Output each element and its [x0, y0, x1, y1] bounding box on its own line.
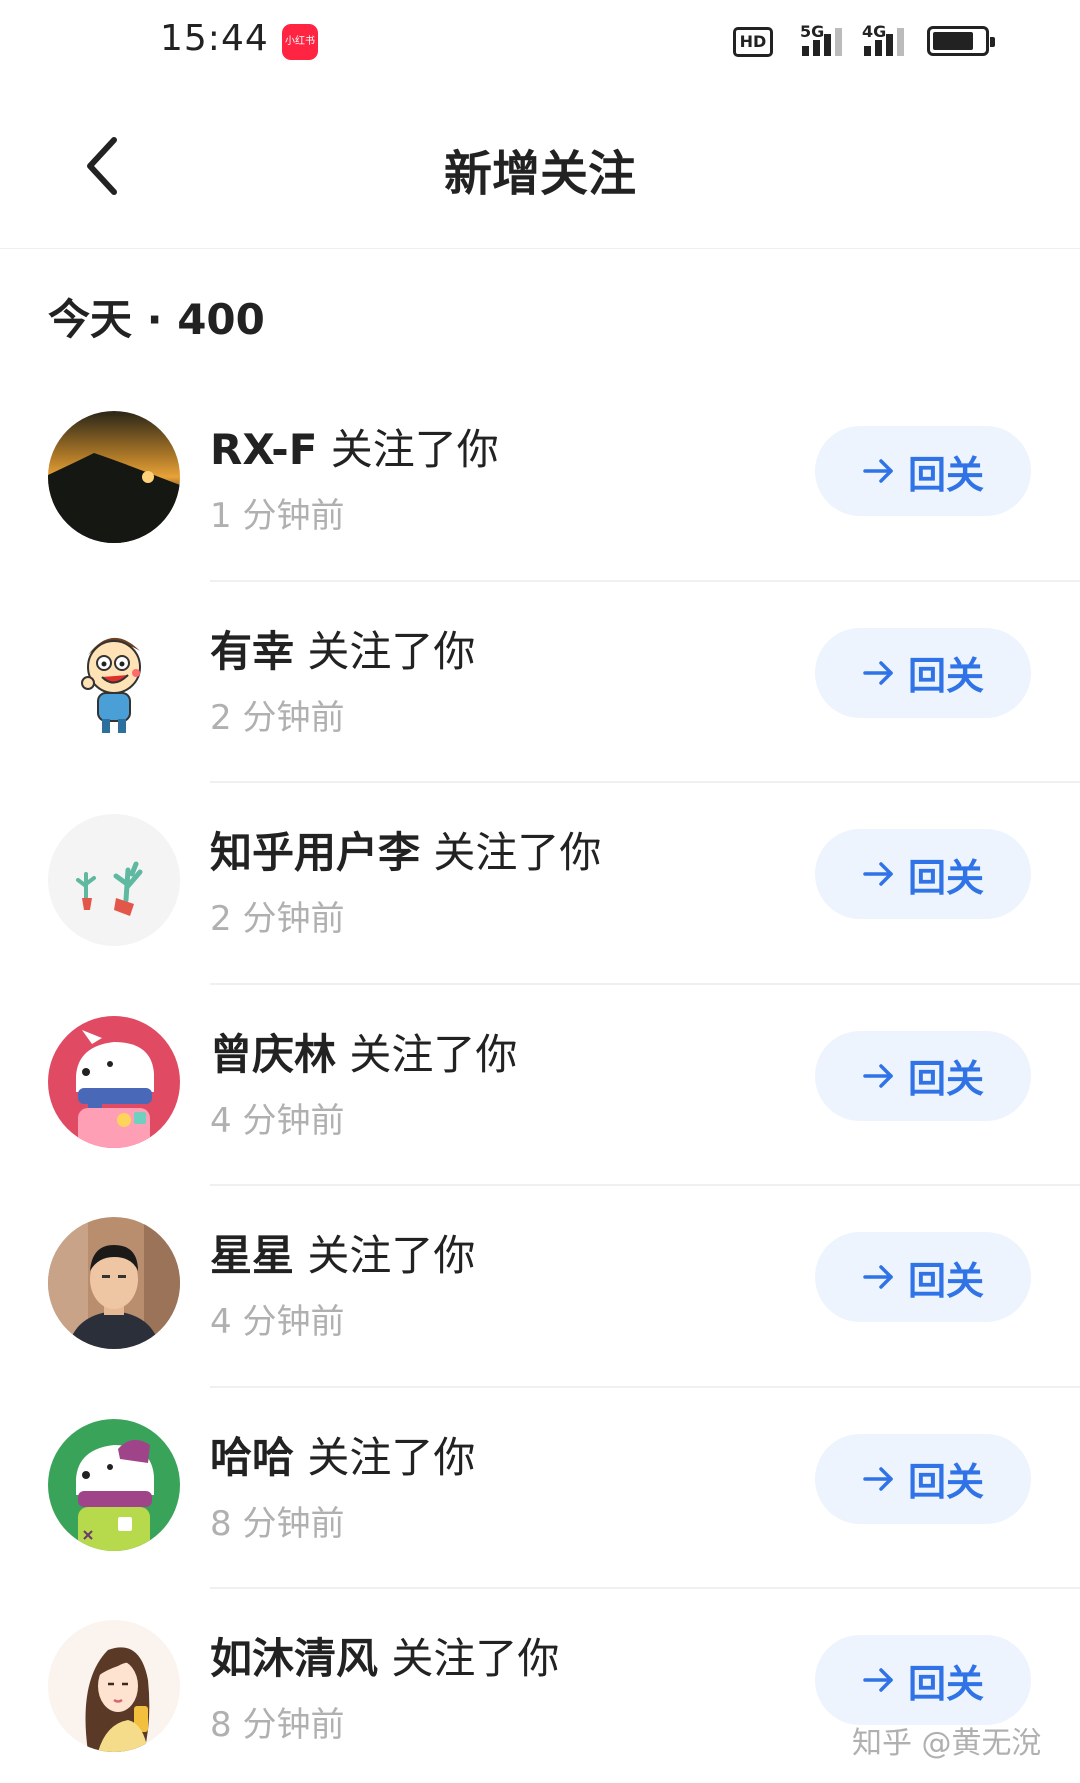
follow-action-text: 关注了你: [433, 828, 602, 877]
follow-back-label: 回关: [907, 654, 984, 698]
watermark-text: 知乎 @黄无涗: [852, 1726, 1042, 1761]
follower-list: RX-F 关注了你 1 分钟前 回关 有幸 关注了你 2 分钟前 回关 知乎用户…: [0, 380, 1080, 1783]
follow-time: 2 分钟前: [210, 899, 345, 939]
arrow-right-icon: [863, 1063, 893, 1088]
avatar[interactable]: [48, 411, 180, 543]
follow-back-button[interactable]: 回关: [815, 1030, 1031, 1121]
follow-time: 1 分钟前: [210, 496, 345, 536]
follow-back-label: 回关: [907, 1258, 984, 1303]
follower-notice: 知乎用户李 关注了你: [210, 819, 601, 880]
follow-back-label: 回关: [907, 855, 984, 900]
follower-name[interactable]: 如沐清风: [210, 1634, 378, 1683]
avatar[interactable]: [48, 1217, 180, 1349]
follow-back-button[interactable]: 回关: [815, 1635, 1031, 1725]
list-item[interactable]: 星星 关注了你 4 分钟前 回关: [0, 1186, 1080, 1388]
follow-back-button[interactable]: 回关: [815, 426, 1031, 516]
follower-name[interactable]: 曾庆林: [210, 1030, 336, 1079]
follow-action-text: 关注了你: [391, 1634, 560, 1683]
battery-icon: [927, 26, 995, 56]
list-item[interactable]: 有幸 关注了你 2 分钟前 回关: [0, 582, 1080, 783]
follow-action-text: 关注了你: [349, 1029, 518, 1079]
follower-name[interactable]: 知乎用户李: [210, 828, 420, 877]
follower-notice: 星星 关注了你: [210, 1222, 475, 1283]
arrow-right-icon: [863, 1466, 893, 1491]
section-date-count: 今天 · 400: [48, 295, 265, 344]
follow-back-button[interactable]: 回关: [815, 627, 1031, 718]
avatar[interactable]: [48, 612, 180, 745]
avatar[interactable]: [48, 1620, 180, 1752]
follow-back-label: 回关: [907, 1661, 984, 1706]
hd-voice-icon: HD: [733, 27, 773, 57]
list-item[interactable]: 知乎用户李 关注了你 2 分钟前 回关: [0, 783, 1080, 985]
follower-name[interactable]: 星星: [210, 1231, 294, 1280]
follow-action-text: 关注了你: [330, 425, 499, 474]
follower-name[interactable]: 有幸: [210, 627, 294, 676]
follow-action-text: 关注了你: [307, 1231, 476, 1280]
follower-notice: 如沐清风 关注了你: [210, 1625, 559, 1686]
arrow-right-icon: [863, 660, 893, 685]
follower-name[interactable]: 哈哈: [210, 1433, 294, 1482]
follow-time: 4 分钟前: [210, 1302, 345, 1342]
list-item[interactable]: 哈哈 关注了你 8 分钟前 回关: [0, 1388, 1080, 1589]
follower-name[interactable]: RX-F: [210, 425, 317, 474]
follow-action-text: 关注了你: [307, 1432, 476, 1482]
follower-notice: 哈哈 关注了你: [210, 1424, 475, 1485]
follow-back-button[interactable]: 回关: [815, 829, 1031, 919]
list-item[interactable]: 曾庆林 关注了你 4 分钟前 回关: [0, 985, 1080, 1186]
avatar[interactable]: [48, 1418, 180, 1551]
arrow-right-icon: [863, 1265, 893, 1289]
follow-time: 8 分钟前: [210, 1503, 345, 1544]
follow-back-label: 回关: [907, 1057, 984, 1101]
avatar[interactable]: [48, 814, 180, 946]
follow-time: 4 分钟前: [210, 1100, 345, 1141]
follower-notice: RX-F 关注了你: [210, 416, 499, 477]
follow-back-label: 回关: [907, 1460, 984, 1504]
app-notification-icon: 小红书: [282, 24, 318, 60]
follow-back-button[interactable]: 回关: [815, 1433, 1031, 1524]
follow-back-button[interactable]: 回关: [815, 1232, 1031, 1322]
arrow-right-icon: [863, 1668, 893, 1692]
list-item[interactable]: RX-F 关注了你 1 分钟前 回关: [0, 380, 1080, 582]
status-bar: 15:44 小红书 HD 5G 4G: [0, 0, 1080, 86]
signal-5g-icon: [800, 28, 850, 56]
navigation-header: 新增关注: [0, 86, 1080, 249]
follow-action-text: 关注了你: [307, 626, 476, 676]
follow-time: 8 分钟前: [210, 1705, 345, 1745]
follow-time: 2 分钟前: [210, 697, 345, 738]
follower-notice: 曾庆林 关注了你: [210, 1021, 517, 1082]
page: 15:44 小红书 HD 5G 4G 新增关注 今天 · 400 RX-F 关注…: [0, 0, 1080, 1783]
follower-notice: 有幸 关注了你: [210, 618, 475, 679]
avatar[interactable]: [48, 1015, 180, 1148]
signal-4g-icon: [862, 28, 912, 56]
page-title: 新增关注: [443, 146, 636, 202]
arrow-right-icon: [863, 862, 893, 886]
follow-back-label: 回关: [907, 452, 984, 497]
status-time: 15:44: [160, 18, 269, 59]
arrow-right-icon: [863, 459, 893, 483]
